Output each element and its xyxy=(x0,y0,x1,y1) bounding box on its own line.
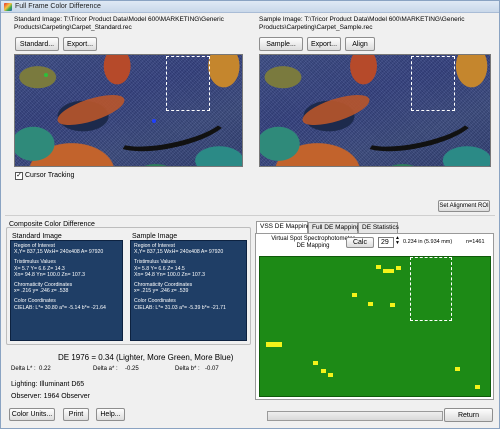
map-roi-box xyxy=(410,257,452,321)
sample-color-values: CIELAB: L*= 31.03 a*= -5.39 b*= -21.71 xyxy=(134,304,226,311)
full-frame-color-difference-window: Full Frame Color Difference Standard Ima… xyxy=(0,0,500,429)
spot-size-input[interactable]: 29 xyxy=(378,237,394,248)
delta-b-label: Delta b* : xyxy=(175,366,200,372)
return-button[interactable]: Return xyxy=(444,408,493,422)
sample-roi-box[interactable] xyxy=(411,56,455,111)
sample-count-text: n=1461 xyxy=(466,239,485,245)
delta-l-label: Delta L* : xyxy=(11,366,36,372)
delta-a-label: Delta a* : xyxy=(93,366,118,372)
calc-button[interactable]: Calc xyxy=(346,237,374,248)
section-divider xyxy=(5,215,495,216)
spot-size-text: 0.234 in (5.934 mm) xyxy=(403,239,453,245)
de-spot xyxy=(376,265,381,269)
delta-b-value: -0.07 xyxy=(205,366,219,372)
carpet-orange-region xyxy=(54,89,128,132)
set-alignment-roi-button[interactable]: Set Alignment ROI xyxy=(438,200,490,212)
de-spot xyxy=(455,367,460,371)
progress-bar xyxy=(267,411,443,421)
de-spot xyxy=(383,269,394,273)
standard-button[interactable]: Standard... xyxy=(15,37,59,51)
de-spot xyxy=(475,385,480,389)
print-button[interactable]: Print xyxy=(63,408,89,421)
standard-image-path: Standard Image: T:\Tricor Product Data\M… xyxy=(14,16,224,32)
standard-image-panel[interactable] xyxy=(14,54,243,167)
standard-data-box: Region of Interest X,Y= 837,15 WxH= 240x… xyxy=(10,240,123,341)
lighting-label: Lighting: Illuminant D65 xyxy=(11,381,85,388)
standard-roi-box[interactable] xyxy=(166,56,210,111)
cursor-tracking-checkbox[interactable]: ✓ xyxy=(15,172,23,180)
standard-blue-marker xyxy=(152,119,156,123)
tab-de-statistics[interactable]: DE Statistics xyxy=(358,222,399,233)
sample-image-path: Sample Image: T:\Tricor Product Data\Mod… xyxy=(259,16,465,32)
de-spot xyxy=(368,302,373,306)
de-spot xyxy=(328,373,333,377)
color-units-button[interactable]: Color Units... xyxy=(9,408,55,421)
cursor-tracking-label: Cursor Tracking xyxy=(25,172,75,179)
sample-carpet-image xyxy=(260,55,490,166)
window-title: Full Frame Color Difference xyxy=(15,3,101,10)
standard-export-button[interactable]: Export... xyxy=(63,37,97,51)
sample-path-line-2: Products\Carpeting\Carpet_Sample.rec xyxy=(259,24,373,31)
standard-path-line-2: Products\Carpeting\Carpet_Standard.rec xyxy=(14,24,132,31)
de-result-text: DE 1976 = 0.34 (Lighter, More Green, Mor… xyxy=(58,353,234,362)
standard-path-line-1: Standard Image: T:\Tricor Product Data\M… xyxy=(14,16,224,23)
de-spot xyxy=(396,266,401,270)
de-spot xyxy=(390,303,395,307)
standard-image-heading: Standard Image xyxy=(12,233,62,240)
sample-data-box: Region of Interest X,Y= 837,15 WxH= 240x… xyxy=(130,240,247,341)
tab-vss-de-mapping[interactable]: VSS DE Mapping xyxy=(256,221,311,233)
help-button[interactable]: Help... xyxy=(96,408,125,421)
de-mapping-grid[interactable] xyxy=(259,256,491,397)
de-spot xyxy=(321,369,326,373)
standard-green-marker xyxy=(44,73,48,77)
sample-button[interactable]: Sample... xyxy=(259,37,303,51)
app-icon xyxy=(4,3,12,11)
standard-roi-values: X,Y= 837,15 WxH= 240x408 A= 97920 xyxy=(14,249,104,256)
de-spot xyxy=(352,293,357,297)
sample-image-panel[interactable] xyxy=(259,54,491,167)
de-spot xyxy=(313,361,318,365)
carpet-orange-region xyxy=(299,89,374,132)
tab-full-de-mapping[interactable]: Full DE Mapping xyxy=(308,222,360,233)
sample-path-line-1: Sample Image: T:\Tricor Product Data\Mod… xyxy=(259,16,465,23)
observer-label: Observer: 1964 Observer xyxy=(11,393,90,400)
sample-export-button[interactable]: Export... xyxy=(307,37,341,51)
delta-l-value: 0.22 xyxy=(39,366,51,372)
spot-spinner-icon[interactable]: ▲ ▼ xyxy=(395,236,400,246)
title-bar: Full Frame Color Difference xyxy=(1,1,499,13)
sample-image-heading: Sample Image xyxy=(132,233,178,240)
de-spot xyxy=(266,342,282,347)
standard-color-values: CIELAB: L*= 30.80 a*= -5.14 b*= -21.64 xyxy=(14,304,106,311)
align-button[interactable]: Align xyxy=(345,37,375,51)
delta-a-value: -0.25 xyxy=(125,366,139,372)
